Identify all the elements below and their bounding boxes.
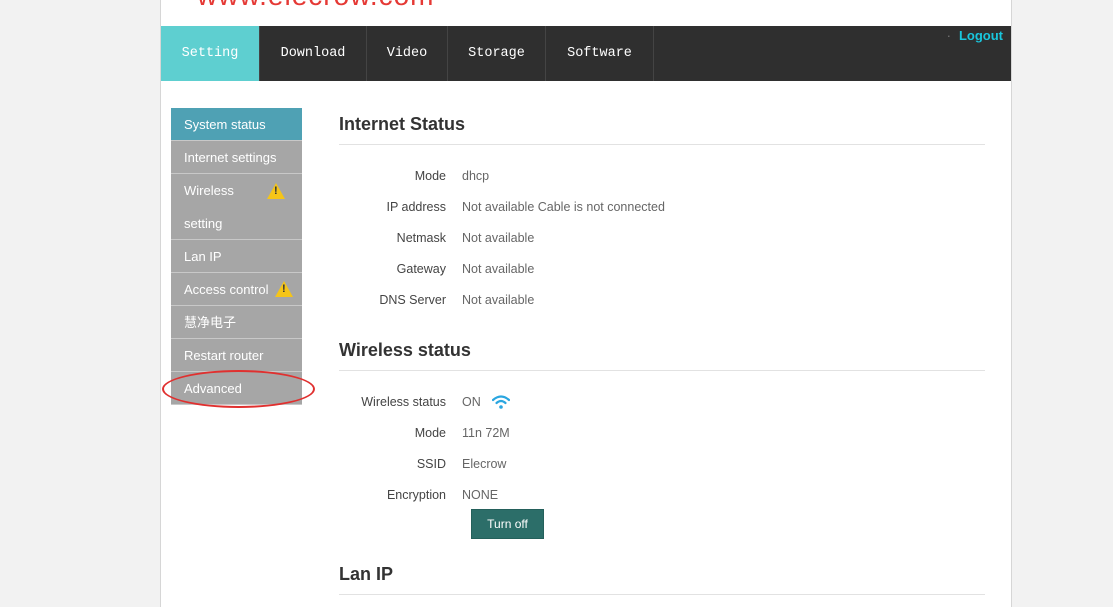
row-label: Netmask [396, 231, 446, 245]
info-row-mode: Mode dhcp [339, 161, 985, 192]
turn-off-button[interactable]: Turn off [471, 509, 544, 539]
tab-software[interactable]: Software [546, 26, 654, 81]
top-nav: Setting Download Video Storage Software … [161, 26, 1011, 81]
section-title-internet-status: Internet Status [339, 108, 985, 145]
sidebar-item-label: Lan IP [184, 249, 222, 264]
row-label: SSID [416, 457, 446, 471]
row-label: Wireless status [361, 395, 446, 409]
row-value: Not available Cable is not connected [462, 200, 665, 214]
info-row-netmask: Netmask Not available [339, 223, 985, 254]
row-label: Mode [414, 426, 446, 440]
row-label: Encryption [386, 488, 446, 502]
sidebar: System status Internet settings Wireless… [171, 108, 302, 429]
info-row-ssid: SSID Elecrow [339, 449, 985, 480]
logout-link[interactable]: · Logout [947, 28, 1003, 43]
tab-storage[interactable]: Storage [448, 26, 546, 81]
sidebar-item-label: Access control [184, 282, 269, 297]
sidebar-item-access-control[interactable]: Access control ! [171, 273, 302, 306]
sidebar-item-label: Internet settings [184, 150, 277, 165]
row-label: IP address [386, 200, 446, 214]
sidebar-item-wireless-setting[interactable]: Wireless setting ! [171, 174, 302, 240]
info-row-wireless-mode: Mode 11n 72M [339, 418, 985, 449]
row-value: 11n 72M [462, 426, 510, 440]
row-value: Elecrow [462, 457, 507, 471]
tab-setting[interactable]: Setting [161, 26, 260, 81]
row-value: ON [462, 395, 481, 409]
info-row-ip-address: IP address Not available Cable is not con… [339, 192, 985, 223]
row-value: Not available [462, 262, 535, 276]
row-label: Gateway [396, 262, 446, 276]
info-row-wireless-status: Wireless status ON [339, 387, 985, 418]
brand-url: www.elecrow.com [197, 0, 435, 10]
row-label: DNS Server [379, 293, 446, 307]
section-title-lan-ip: Lan IP [339, 558, 985, 595]
info-row-gateway: Gateway Not available [339, 254, 985, 285]
info-row-encryption: Encryption NONE [339, 480, 985, 511]
sidebar-item-restart-router[interactable]: Restart router [171, 339, 302, 372]
info-row-dns-server: DNS Server Not available [339, 285, 985, 316]
logout-label: Logout [958, 28, 1003, 43]
sidebar-item-label: 慧净电子 [184, 315, 237, 330]
tab-video[interactable]: Video [367, 26, 448, 81]
sidebar-item-internet-settings[interactable]: Internet settings [171, 141, 302, 174]
tab-download[interactable]: Download [260, 26, 367, 81]
row-value: NONE [462, 488, 499, 502]
logout-dot: · [946, 28, 951, 43]
main-content: Internet Status Mode dhcp IP address Not a… [339, 108, 985, 595]
sidebar-item-system-status[interactable]: System status [171, 108, 302, 141]
sidebar-item-label: setting [184, 216, 223, 231]
warning-icon: ! [275, 281, 293, 297]
row-value: Not available [462, 231, 535, 245]
wifi-icon [492, 395, 510, 409]
warning-icon: ! [267, 183, 285, 199]
page-container: www.elecrow.com Setting Download Video S… [160, 0, 1012, 607]
row-label: Mode [414, 169, 446, 183]
row-value: dhcp [462, 169, 490, 183]
highlight-circle [162, 370, 315, 408]
sidebar-item-label: System status [184, 117, 266, 132]
row-value: Not available [462, 293, 535, 307]
sidebar-item-chinese[interactable]: 慧净电子 [171, 306, 302, 339]
sidebar-item-lan-ip[interactable]: Lan IP [171, 240, 302, 273]
sidebar-item-label: Restart router [184, 348, 264, 363]
section-title-wireless-status: Wireless status [339, 334, 985, 371]
